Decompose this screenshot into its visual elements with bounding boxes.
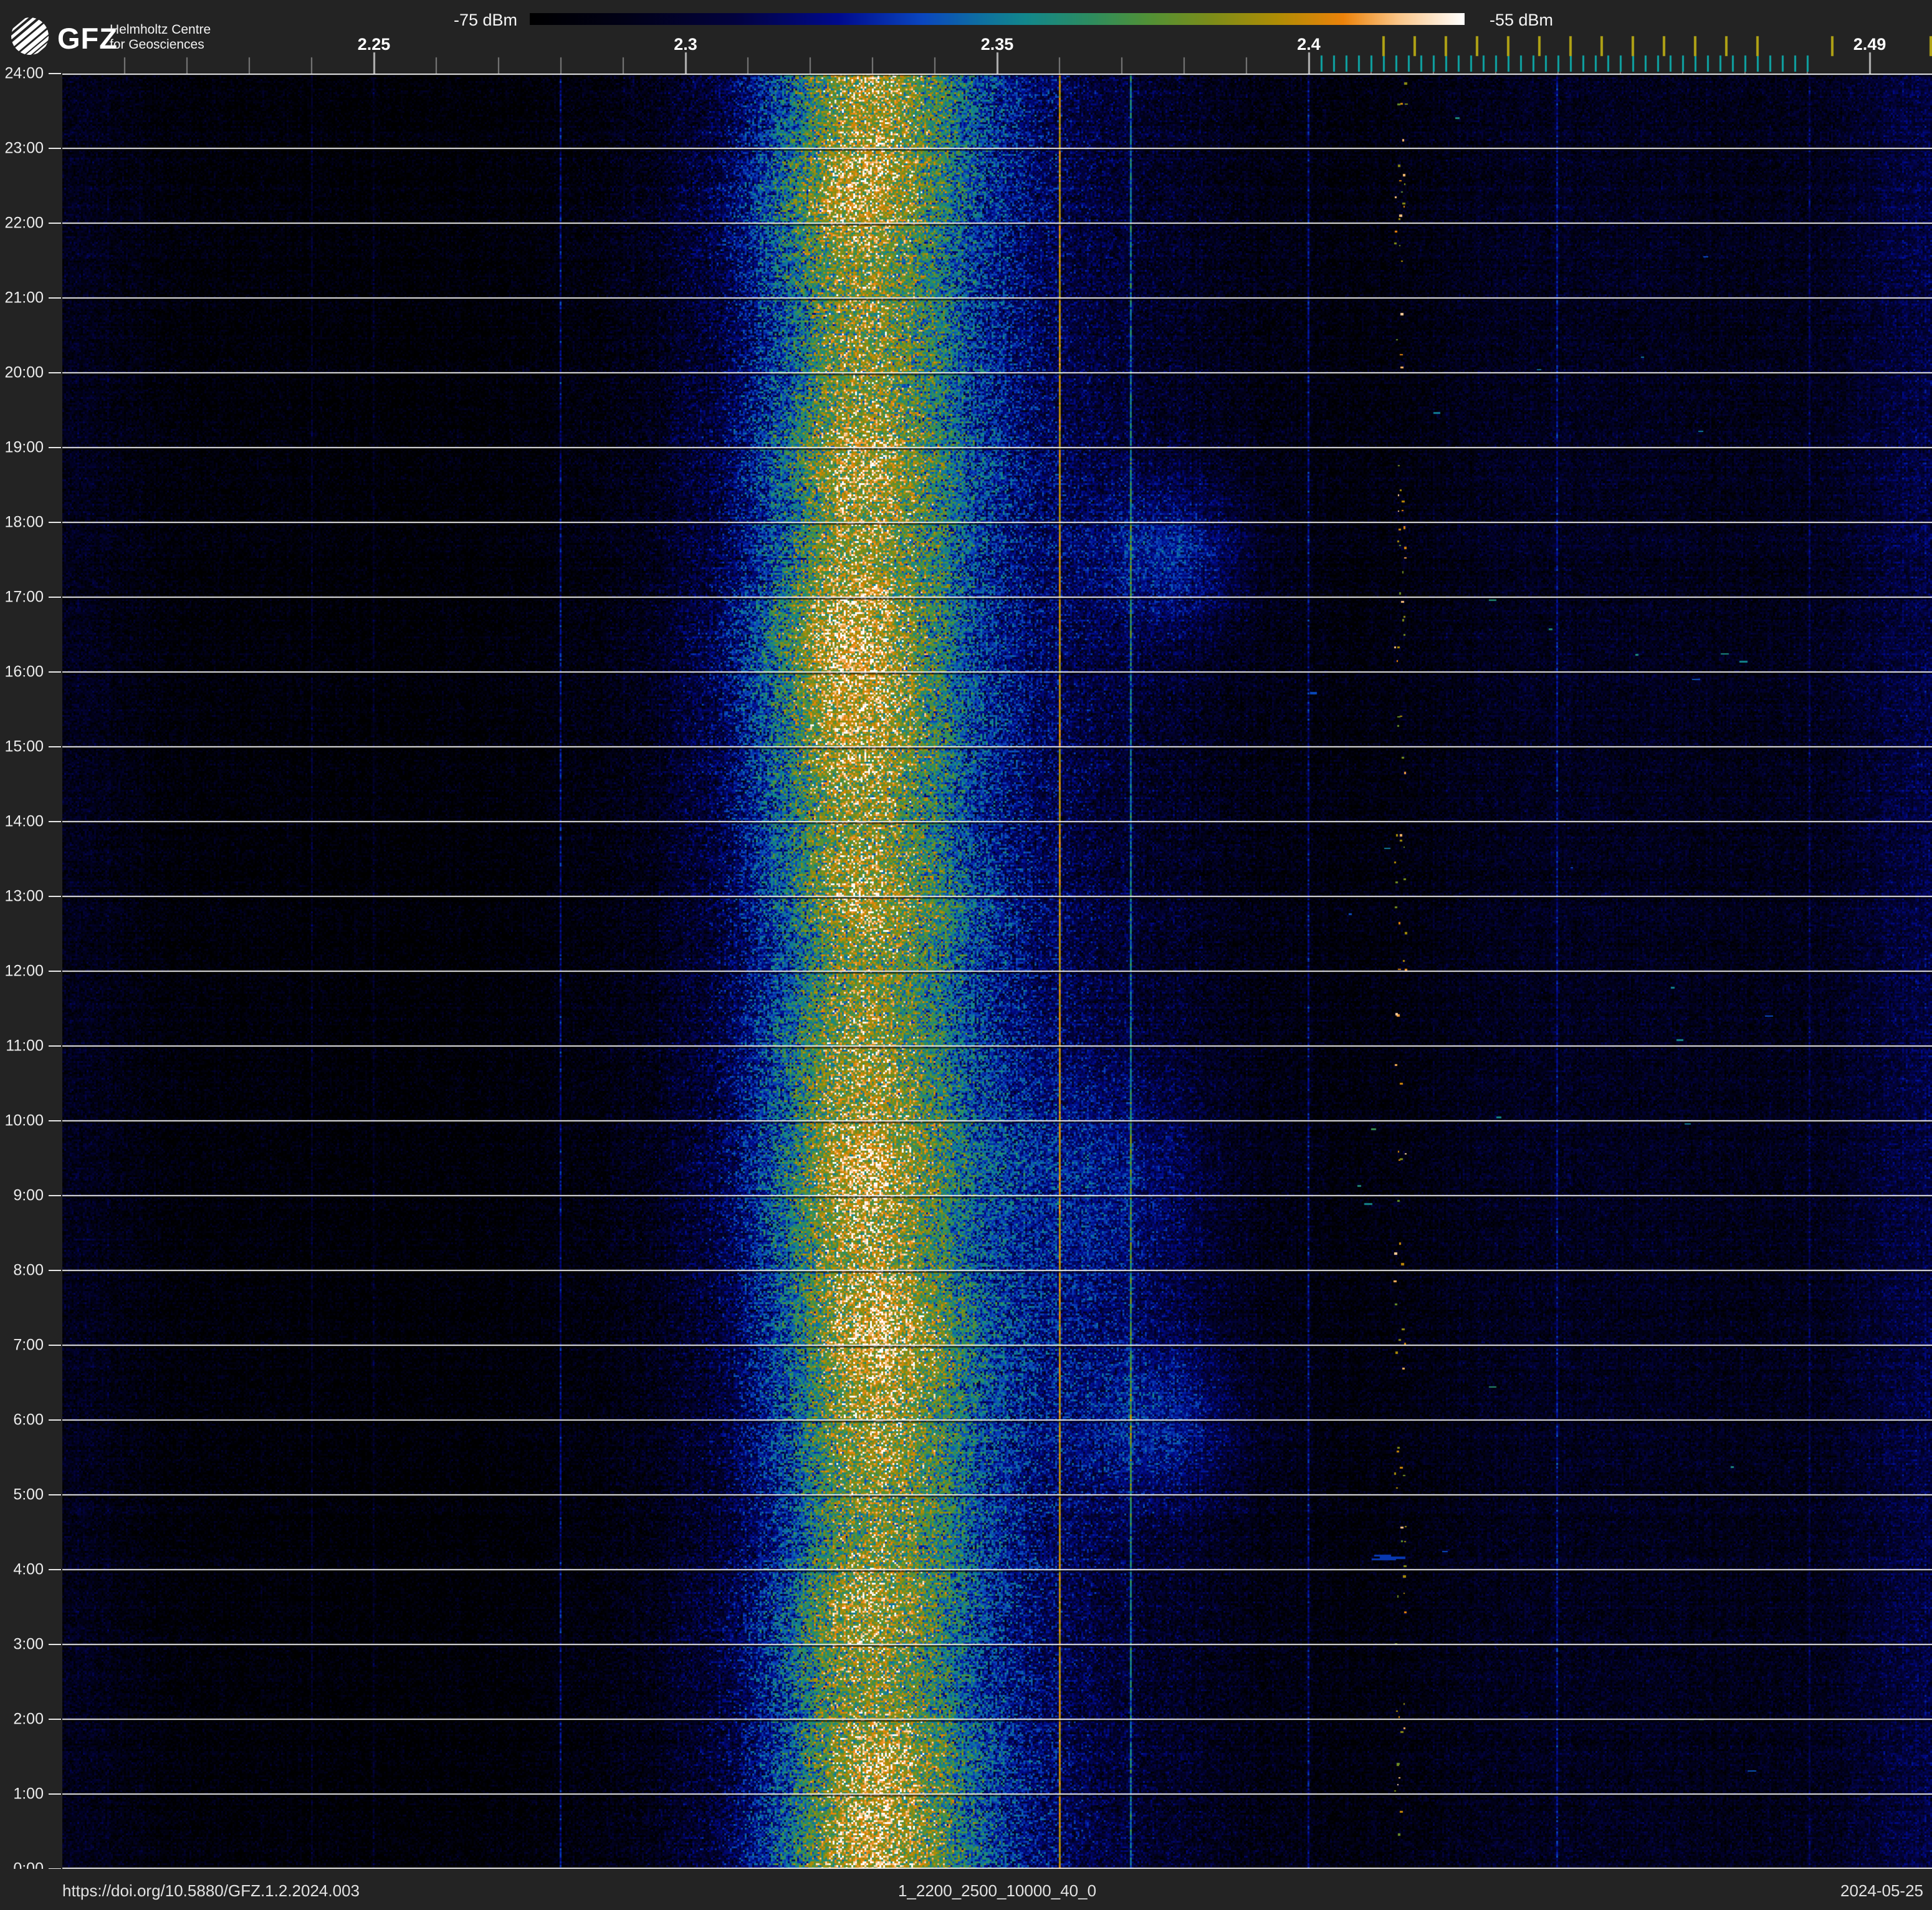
frequency-tick-label: 2.49 bbox=[1853, 35, 1887, 54]
time-tick-mark bbox=[49, 1793, 61, 1795]
time-tick-label: 19:00 bbox=[0, 439, 44, 457]
time-tick-mark bbox=[49, 597, 61, 598]
time-tick-label: 13:00 bbox=[0, 888, 44, 906]
time-tick-mark bbox=[49, 73, 61, 74]
time-tick-label: 2:00 bbox=[0, 1711, 44, 1729]
time-tick-label: 1:00 bbox=[0, 1785, 44, 1803]
time-tick-mark bbox=[49, 821, 61, 822]
time-tick-label: 12:00 bbox=[0, 962, 44, 981]
doi-link[interactable]: https://doi.org/10.5880/GFZ.1.2.2024.003 bbox=[62, 1881, 360, 1901]
spectrogram-page: { "branding": { "acronym": "GFZ", "line1… bbox=[0, 0, 1932, 1910]
time-tick-label: 8:00 bbox=[0, 1262, 44, 1280]
time-tick-label: 3:00 bbox=[0, 1636, 44, 1654]
time-tick-label: 24:00 bbox=[0, 65, 44, 83]
time-tick-label: 14:00 bbox=[0, 813, 44, 831]
time-tick-mark bbox=[49, 1045, 61, 1047]
time-tick-label: 18:00 bbox=[0, 514, 44, 532]
time-tick-label: 17:00 bbox=[0, 588, 44, 607]
time-tick-mark bbox=[49, 1419, 61, 1421]
frequency-tick-label: 2.35 bbox=[981, 35, 1014, 54]
colorbar-max-label: -55 dBm bbox=[1490, 11, 1553, 30]
time-tick-mark bbox=[49, 522, 61, 523]
time-tick-label: 9:00 bbox=[0, 1187, 44, 1205]
time-tick-mark bbox=[49, 1120, 61, 1121]
time-tick-mark bbox=[49, 671, 61, 673]
time-tick-mark bbox=[49, 1569, 61, 1570]
time-tick-label: 5:00 bbox=[0, 1486, 44, 1504]
time-tick-label: 6:00 bbox=[0, 1411, 44, 1429]
date-label: 2024-05-25 bbox=[1840, 1881, 1923, 1901]
time-tick-label: 7:00 bbox=[0, 1337, 44, 1355]
time-tick-mark bbox=[49, 372, 61, 373]
time-tick-mark bbox=[49, 447, 61, 448]
colorbar-min-label: -75 dBm bbox=[393, 11, 517, 30]
frequency-tick-label: 2.4 bbox=[1297, 35, 1321, 54]
time-tick-mark bbox=[49, 971, 61, 972]
time-tick-mark bbox=[49, 896, 61, 897]
time-tick-label: 4:00 bbox=[0, 1561, 44, 1579]
time-tick-label: 11:00 bbox=[0, 1037, 44, 1055]
time-tick-label: 23:00 bbox=[0, 140, 44, 158]
time-tick-mark bbox=[49, 746, 61, 747]
time-tick-mark bbox=[49, 223, 61, 224]
gfz-logo-icon bbox=[10, 16, 50, 56]
time-tick-mark bbox=[49, 148, 61, 149]
time-tick-mark bbox=[49, 1494, 61, 1495]
time-tick-label: 21:00 bbox=[0, 289, 44, 307]
dataset-filename: 1_2200_2500_10000_40_0 bbox=[898, 1881, 1096, 1901]
frequency-tick-label: 2.25 bbox=[358, 35, 391, 54]
time-tick-mark bbox=[49, 1270, 61, 1271]
colorbar-gradient bbox=[530, 13, 1465, 25]
time-tick-label: 10:00 bbox=[0, 1112, 44, 1130]
time-tick-mark bbox=[49, 1719, 61, 1720]
time-tick-label: 15:00 bbox=[0, 738, 44, 756]
time-tick-mark bbox=[49, 1644, 61, 1645]
time-tick-label: 20:00 bbox=[0, 364, 44, 382]
time-tick-label: 16:00 bbox=[0, 663, 44, 681]
time-tick-mark bbox=[49, 1345, 61, 1346]
time-tick-mark bbox=[49, 1195, 61, 1196]
spectrogram-canvas bbox=[62, 74, 1932, 1869]
frequency-tick-label: 2.3 bbox=[674, 35, 697, 54]
time-tick-label: 22:00 bbox=[0, 214, 44, 233]
time-tick-mark bbox=[49, 297, 61, 299]
